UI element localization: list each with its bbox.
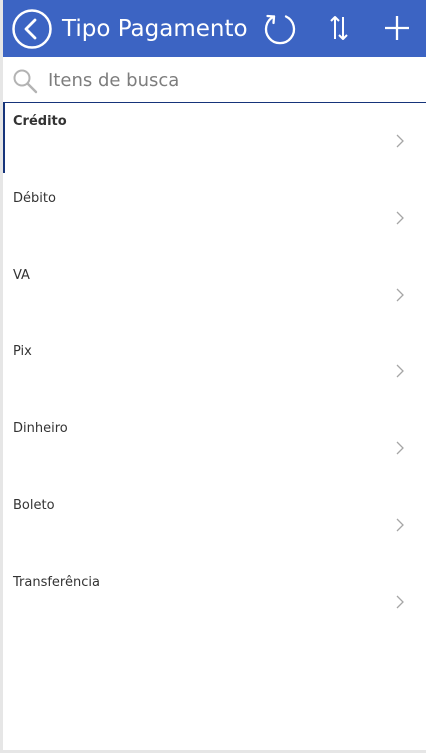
add-button[interactable] [379,10,415,46]
payment-type-list: Crédito Débito VA Pix Dinheiro Boleto Transfer… [3,103,426,641]
refresh-icon [264,14,296,45]
list-item-label: Dinheiro [13,421,68,437]
list-item[interactable]: VA [3,257,426,334]
search-bar [3,57,426,103]
header-bar: Tipo Pagamento [3,0,426,57]
list-item[interactable]: Transferência [3,564,426,641]
list-item[interactable]: Débito [3,180,426,257]
search-icon [13,69,38,94]
refresh-button[interactable] [262,10,298,46]
page-title: Tipo Pagamento [62,16,248,42]
list-item-label: Transferência [13,574,100,590]
chevron-right-icon [396,595,404,609]
list-item[interactable]: Boleto [3,487,426,564]
sort-icon [330,16,348,40]
list-item-label: Crédito [13,114,67,129]
chevron-right-icon [396,518,404,532]
list-item-label: VA [13,267,30,283]
list-item[interactable]: Crédito [3,103,426,180]
chevron-right-icon [396,134,404,148]
plus-icon [385,16,409,40]
list-item-label: Boleto [13,497,55,513]
search-input[interactable] [48,65,408,95]
back-button[interactable] [11,8,53,50]
chevron-right-icon [396,364,404,378]
chevron-right-icon [396,441,404,455]
list-item[interactable]: Dinheiro [3,410,426,487]
list-item-label: Débito [13,190,56,206]
chevron-right-icon [396,211,404,225]
sort-button[interactable] [321,10,357,46]
app-screen: Tipo Pagamento Itens de busca Crédito Dé… [3,0,426,750]
chevron-right-icon [396,288,404,302]
list-item-label: Pix [13,344,32,360]
list-item[interactable]: Pix [3,333,426,410]
back-circle-icon [12,9,52,49]
